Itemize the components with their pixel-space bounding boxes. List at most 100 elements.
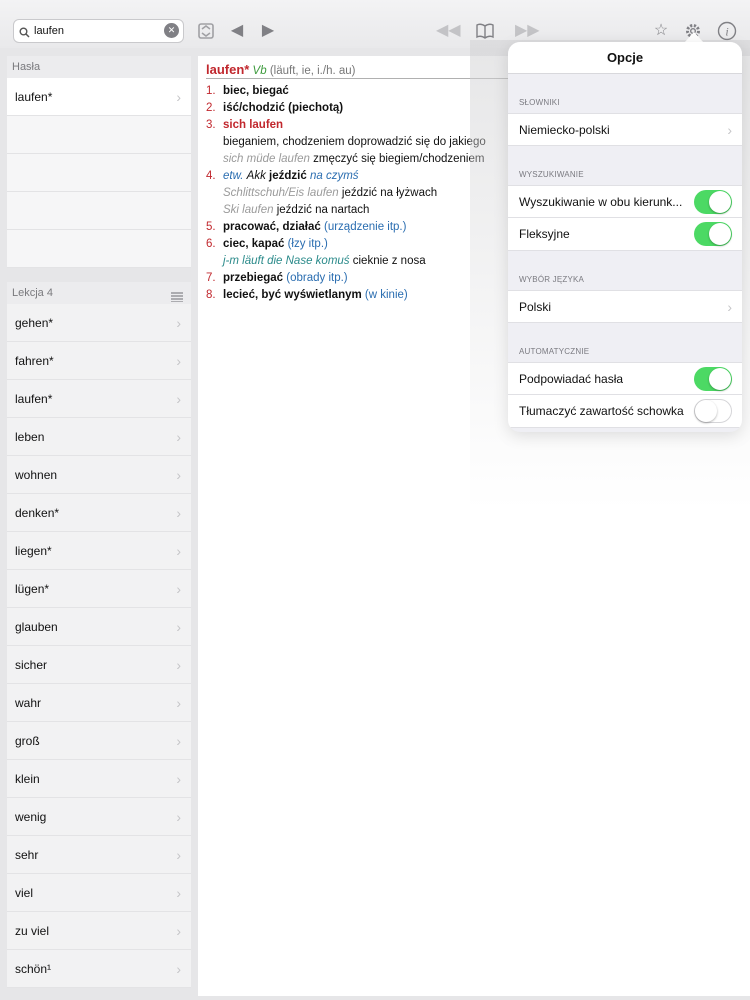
part-of-speech: Vb bbox=[252, 65, 267, 77]
list-item-label: lügen* bbox=[15, 582, 50, 596]
back-icon[interactable]: ◀ bbox=[226, 19, 248, 43]
list-item-label: laufen* bbox=[15, 392, 53, 406]
example-translation: jeździć na nartach bbox=[276, 204, 370, 216]
lekcja-header: Lekcja 4 bbox=[7, 282, 191, 304]
list-item-label: klein bbox=[15, 772, 40, 786]
headword: laufen* bbox=[206, 62, 250, 77]
sense-translation: pracować, działać bbox=[223, 221, 321, 233]
both-directions-row: Wyszukiwanie w obu kierunk... bbox=[508, 185, 742, 218]
sense-number: 5. bbox=[206, 221, 216, 233]
grammar-note: etw. bbox=[223, 170, 244, 182]
chevron-right-icon: › bbox=[176, 809, 181, 825]
list-item[interactable]: denken* › bbox=[7, 494, 191, 532]
list-item-label: groß bbox=[15, 734, 40, 748]
chevron-right-icon: › bbox=[727, 299, 732, 315]
lekcja-list: gehen* › fahren* › laufen* › leben › wohnen › denk… bbox=[7, 304, 191, 988]
search-input[interactable]: laufen bbox=[34, 25, 64, 37]
sense-number: 4. bbox=[206, 170, 216, 182]
list-item[interactable]: liegen* › bbox=[7, 532, 191, 570]
list-item[interactable]: gehen* › bbox=[7, 304, 191, 342]
usage-note: (obrady itp.) bbox=[286, 272, 348, 284]
chevron-right-icon: › bbox=[176, 391, 181, 407]
list-item-label: viel bbox=[15, 886, 34, 900]
sense-number: 7. bbox=[206, 272, 216, 284]
clear-icon[interactable]: ✕ bbox=[164, 23, 179, 38]
example-source: Ski laufen bbox=[223, 204, 274, 216]
chevron-right-icon: › bbox=[176, 505, 181, 521]
language-row[interactable]: Polski › bbox=[508, 290, 742, 323]
hasla-header: Hasła bbox=[7, 56, 191, 78]
dictionary-label: Niemiecko-polski bbox=[519, 123, 610, 137]
chevron-right-icon: › bbox=[176, 429, 181, 445]
list-item-label: wohnen bbox=[15, 468, 58, 482]
chevron-right-icon: › bbox=[176, 733, 181, 749]
usage-note: (urządzenie itp.) bbox=[324, 221, 407, 233]
chevron-right-icon: › bbox=[176, 353, 181, 369]
inflection-label: Fleksyjne bbox=[519, 227, 570, 241]
list-item[interactable]: lügen* › bbox=[7, 570, 191, 608]
chevron-right-icon: › bbox=[176, 961, 181, 977]
list-item[interactable]: wohnen › bbox=[7, 456, 191, 494]
object-note: na czymś bbox=[309, 170, 359, 182]
empty-row bbox=[7, 192, 191, 230]
chevron-right-icon: › bbox=[176, 923, 181, 939]
list-item[interactable]: sehr › bbox=[7, 836, 191, 874]
example-translation: cieknie z nosa bbox=[352, 255, 426, 267]
list-item-label: denken* bbox=[15, 506, 60, 520]
list-item-label: glauben bbox=[15, 620, 58, 634]
chevron-right-icon: › bbox=[176, 695, 181, 711]
list-item-label: sicher bbox=[15, 658, 48, 672]
list-item[interactable]: leben › bbox=[7, 418, 191, 456]
list-item[interactable]: wenig › bbox=[7, 798, 191, 836]
forward-icon[interactable]: ▶ bbox=[257, 19, 279, 43]
rewind-icon[interactable]: ◀◀ bbox=[436, 19, 461, 43]
clipboard-toggle[interactable] bbox=[694, 399, 732, 423]
chevron-right-icon: › bbox=[176, 89, 181, 105]
search-field[interactable]: laufen ✕ bbox=[13, 19, 184, 43]
list-item[interactable]: klein › bbox=[7, 760, 191, 798]
list-item-label: laufen* bbox=[15, 90, 53, 104]
list-item[interactable]: laufen* › bbox=[7, 78, 191, 116]
sense-phrase: sich laufen bbox=[223, 119, 284, 131]
language-label: Polski bbox=[519, 300, 552, 314]
list-item-label: sehr bbox=[15, 848, 39, 862]
list-item[interactable]: laufen* › bbox=[7, 380, 191, 418]
sense-translation: iść/chodzić (piechotą) bbox=[223, 102, 344, 114]
chevron-right-icon: › bbox=[176, 315, 181, 331]
chevron-right-icon: › bbox=[176, 657, 181, 673]
sense-translation: ciec, kapać bbox=[223, 238, 285, 250]
sense-number: 8. bbox=[206, 289, 216, 301]
inflection-toggle[interactable] bbox=[694, 222, 732, 246]
sense-number: 3. bbox=[206, 119, 216, 131]
list-item[interactable]: wahr › bbox=[7, 684, 191, 722]
empty-row bbox=[7, 230, 191, 268]
section-header-wyszukiwanie: WYSZUKIWANIE bbox=[519, 170, 584, 179]
list-item[interactable]: viel › bbox=[7, 874, 191, 912]
inflection-row: Fleksyjne bbox=[508, 218, 742, 251]
list-item[interactable]: glauben › bbox=[7, 608, 191, 646]
lekcja-title: Lekcja 4 bbox=[12, 287, 53, 299]
list-item[interactable]: zu viel › bbox=[7, 912, 191, 950]
suggest-label: Podpowiadać hasła bbox=[519, 372, 624, 386]
list-item-label: wenig bbox=[15, 810, 47, 824]
sync-icon[interactable] bbox=[195, 19, 217, 43]
sense-number: 6. bbox=[206, 238, 216, 250]
suggest-row: Podpowiadać hasła bbox=[508, 362, 742, 395]
list-item[interactable]: groß › bbox=[7, 722, 191, 760]
section-header-auto: AUTOMATYCZNIE bbox=[519, 347, 590, 356]
list-item[interactable]: sicher › bbox=[7, 646, 191, 684]
empty-row bbox=[7, 154, 191, 192]
chevron-right-icon: › bbox=[176, 543, 181, 559]
left-panel: Hasła laufen* › Lekcja 4 gehen* › fahren* ›… bbox=[7, 56, 191, 996]
suggest-toggle[interactable] bbox=[694, 367, 732, 391]
both-directions-label: Wyszukiwanie w obu kierunk... bbox=[519, 195, 683, 209]
both-directions-toggle[interactable] bbox=[694, 190, 732, 214]
chevron-right-icon: › bbox=[176, 581, 181, 597]
list-item-label: leben bbox=[15, 430, 45, 444]
example-translation: zmęczyć się biegiem/chodzeniem bbox=[313, 153, 485, 165]
dictionary-row[interactable]: Niemiecko-polski › bbox=[508, 113, 742, 146]
list-item[interactable]: schön¹ › bbox=[7, 950, 191, 988]
list-item[interactable]: fahren* › bbox=[7, 342, 191, 380]
chevron-right-icon: › bbox=[727, 122, 732, 138]
chevron-right-icon: › bbox=[176, 619, 181, 635]
